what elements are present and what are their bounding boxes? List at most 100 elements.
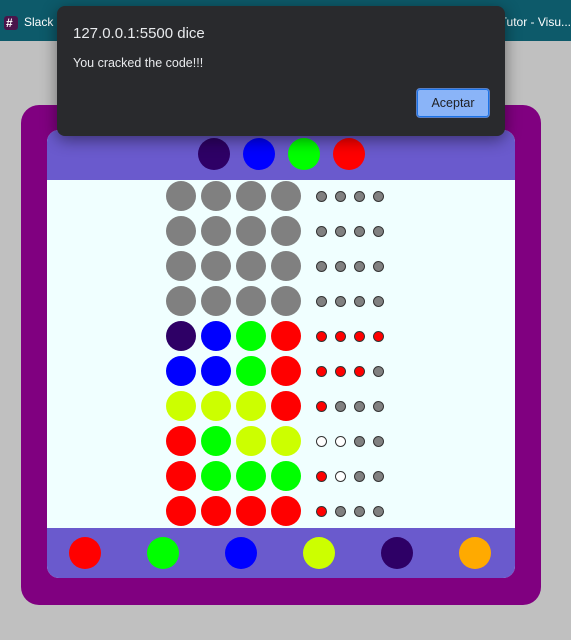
feedback-peg — [373, 261, 384, 272]
guess-peg[interactable] — [166, 251, 196, 281]
secret-peg — [333, 138, 365, 170]
guess-peg[interactable] — [201, 251, 231, 281]
guess-peg[interactable] — [271, 181, 301, 211]
secret-peg — [288, 138, 320, 170]
feedback-peg — [335, 226, 346, 237]
feedback-peg — [373, 471, 384, 482]
guess-peg[interactable] — [236, 391, 266, 421]
feedback-peg — [335, 261, 346, 272]
palette-color-button[interactable] — [225, 537, 257, 569]
guess-peg[interactable] — [201, 356, 231, 386]
guess-peg[interactable] — [166, 391, 196, 421]
feedback-peg — [373, 296, 384, 307]
guess-peg[interactable] — [236, 461, 266, 491]
guess-peg[interactable] — [166, 426, 196, 456]
guess-peg[interactable] — [236, 426, 266, 456]
guess-peg[interactable] — [201, 321, 231, 351]
feedback-peg — [373, 191, 384, 202]
tab-label: Slack — [24, 15, 54, 29]
feedback-peg — [316, 226, 327, 237]
feedback-peg — [373, 401, 384, 412]
guess-peg[interactable] — [201, 181, 231, 211]
feedback-peg — [354, 506, 365, 517]
guess-peg[interactable] — [236, 181, 266, 211]
feedback-peg — [316, 296, 327, 307]
feedback-peg — [335, 506, 346, 517]
guess-peg[interactable] — [271, 286, 301, 316]
guess-peg[interactable] — [166, 356, 196, 386]
feedback-peg — [335, 366, 346, 377]
guess-peg[interactable] — [271, 461, 301, 491]
guess-peg[interactable] — [201, 461, 231, 491]
feedback-peg — [354, 261, 365, 272]
guess-peg[interactable] — [271, 496, 301, 526]
feedback-peg — [316, 191, 327, 202]
secret-peg — [198, 138, 230, 170]
accept-button[interactable]: Aceptar — [416, 88, 490, 118]
feedback-peg — [354, 331, 365, 342]
slack-icon — [4, 11, 18, 35]
guess-peg[interactable] — [166, 216, 196, 246]
feedback-peg — [373, 506, 384, 517]
feedback-peg — [335, 436, 346, 447]
feedback-peg — [373, 331, 384, 342]
guess-peg[interactable] — [166, 286, 196, 316]
feedback-peg — [316, 401, 327, 412]
palette-color-button[interactable] — [69, 537, 101, 569]
guess-peg[interactable] — [201, 286, 231, 316]
mastermind-board — [47, 130, 515, 578]
feedback-peg — [354, 296, 365, 307]
palette-color-button[interactable] — [459, 537, 491, 569]
feedback-peg — [335, 401, 346, 412]
feedback-peg — [354, 191, 365, 202]
feedback-peg — [335, 331, 346, 342]
guess-peg[interactable] — [236, 496, 266, 526]
feedback-peg — [354, 366, 365, 377]
tab-tutor[interactable]: Tutor - Visu... — [500, 10, 571, 34]
guess-peg[interactable] — [236, 286, 266, 316]
feedback-peg — [316, 506, 327, 517]
feedback-peg — [335, 191, 346, 202]
guess-peg[interactable] — [236, 321, 266, 351]
feedback-peg — [316, 331, 327, 342]
guess-peg[interactable] — [271, 321, 301, 351]
guess-peg[interactable] — [271, 216, 301, 246]
guess-peg[interactable] — [201, 496, 231, 526]
alert-title: 127.0.0.1:5500 dice — [73, 25, 205, 42]
feedback-peg — [354, 226, 365, 237]
alert-message: You cracked the code!!! — [73, 56, 204, 70]
palette-color-button[interactable] — [381, 537, 413, 569]
secret-code-bar — [47, 130, 515, 180]
guess-peg[interactable] — [201, 216, 231, 246]
feedback-peg — [316, 366, 327, 377]
palette-color-button[interactable] — [147, 537, 179, 569]
guess-peg[interactable] — [271, 391, 301, 421]
guess-peg[interactable] — [271, 426, 301, 456]
guess-peg[interactable] — [236, 251, 266, 281]
guess-peg[interactable] — [166, 181, 196, 211]
guess-peg[interactable] — [201, 391, 231, 421]
feedback-peg — [373, 436, 384, 447]
feedback-peg — [335, 471, 346, 482]
feedback-peg — [354, 471, 365, 482]
feedback-peg — [316, 471, 327, 482]
tab-slack[interactable]: Slack — [4, 10, 54, 35]
palette-color-button[interactable] — [303, 537, 335, 569]
feedback-peg — [316, 261, 327, 272]
guess-peg[interactable] — [166, 321, 196, 351]
guess-peg[interactable] — [236, 216, 266, 246]
guess-peg[interactable] — [166, 461, 196, 491]
feedback-peg — [354, 401, 365, 412]
color-palette-bar — [47, 528, 515, 578]
guess-peg[interactable] — [271, 251, 301, 281]
guess-peg[interactable] — [201, 426, 231, 456]
feedback-peg — [373, 366, 384, 377]
alert-dialog: 127.0.0.1:5500 dice You cracked the code… — [57, 6, 505, 136]
feedback-peg — [335, 296, 346, 307]
guess-peg[interactable] — [271, 356, 301, 386]
feedback-peg — [316, 436, 327, 447]
secret-peg — [243, 138, 275, 170]
guess-peg[interactable] — [166, 496, 196, 526]
mastermind-board-frame — [21, 105, 541, 605]
guess-peg[interactable] — [236, 356, 266, 386]
